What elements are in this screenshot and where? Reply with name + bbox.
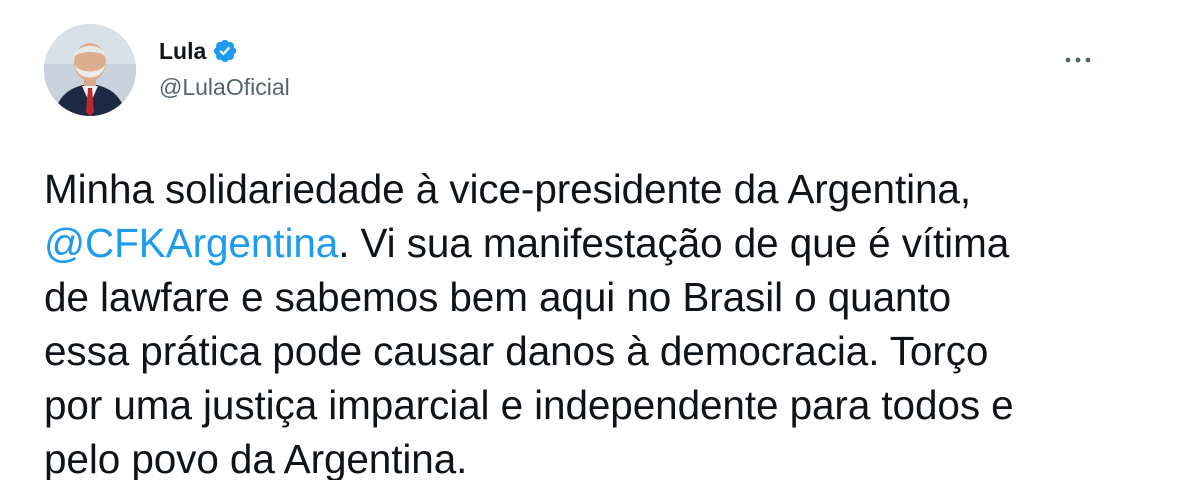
author-display-name[interactable]: Lula [159,38,206,65]
tweet-header: Lula @LulaOficial [44,24,1156,120]
more-options-icon[interactable] [1060,42,1096,78]
tweet-line: de lawfare e sabemos bem aqui no Brasil … [44,274,952,320]
verified-badge-icon [212,38,238,64]
tweet-line: pelo povo da Argentina. [44,436,468,480]
mention-link[interactable]: @CFKArgentina [44,220,338,266]
author-names: Lula @LulaOficial [159,36,290,101]
tweet-line: @CFKArgentina. Vi sua manifestação de qu… [44,216,1164,270]
display-name-row: Lula [159,36,290,66]
tweet-text: Minha solidariedade à vice-presidente da… [44,162,1164,480]
tweet-card: Lula @LulaOficial Minha solidariedade à … [0,0,1200,480]
author-handle[interactable]: @LulaOficial [159,74,290,101]
tweet-line: essa prática pode causar danos à democra… [44,328,989,374]
tweet-line-text: . Vi sua manifestação de que é vítima [338,220,1010,266]
tweet-line: Minha solidariedade à vice-presidente da… [44,166,971,212]
tweet-line: por uma justiça imparcial e independente… [44,382,1014,428]
author-avatar[interactable] [44,24,136,116]
